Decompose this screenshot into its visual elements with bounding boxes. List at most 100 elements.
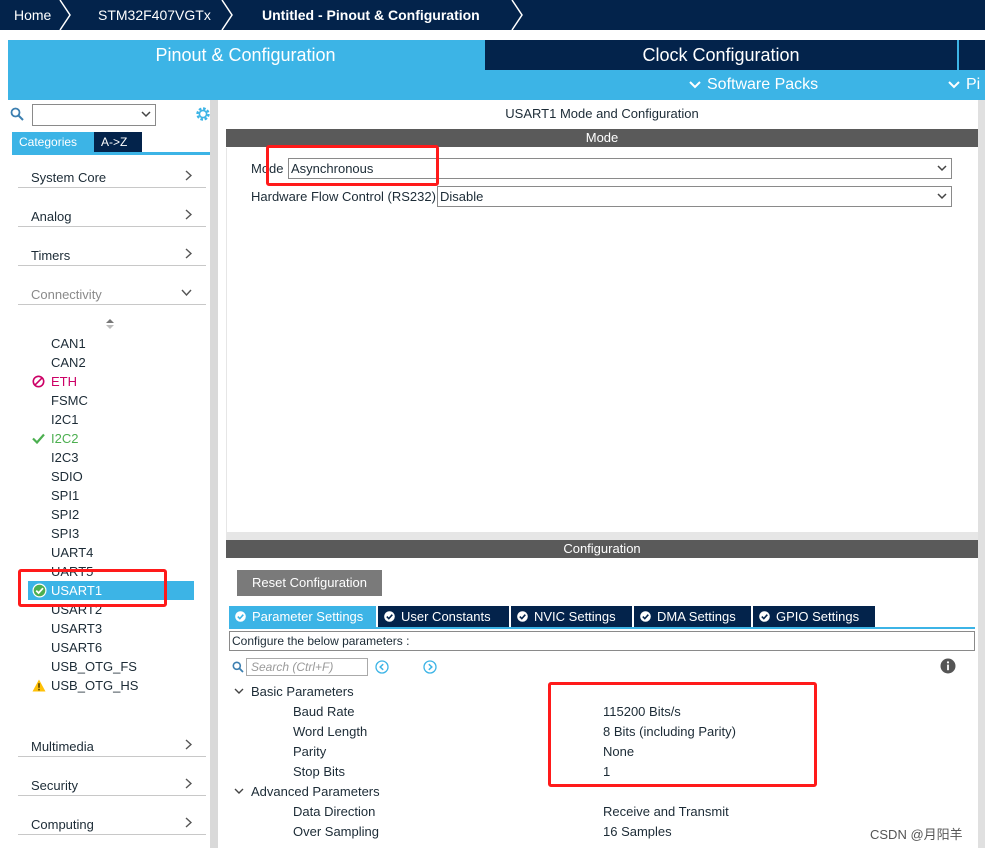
param-stop-bits[interactable]: Stop Bits xyxy=(293,764,345,779)
parameter-tabs: Parameter Settings User Constants NVIC S… xyxy=(229,606,877,627)
chevron-right-icon xyxy=(185,170,192,181)
peripheral-spi1[interactable]: SPI1 xyxy=(51,486,79,505)
peripheral-usart3[interactable]: USART3 xyxy=(51,619,102,638)
flow-control-label: Hardware Flow Control (RS232) xyxy=(251,189,436,204)
param-over-sampling-value[interactable]: 16 Samples xyxy=(603,824,672,839)
parameter-tab-underline xyxy=(229,627,975,629)
peripheral-spi3[interactable]: SPI3 xyxy=(51,524,79,543)
chevron-right-icon xyxy=(185,248,192,259)
tab-label: Parameter Settings xyxy=(252,609,364,624)
param-baud-rate[interactable]: Baud Rate xyxy=(293,704,354,719)
breadcrumb: Home STM32F407VGTx Untitled - Pinout & C… xyxy=(0,0,985,30)
peripheral-usb-otg-fs[interactable]: USB_OTG_FS xyxy=(51,657,137,676)
tab-nvic-settings[interactable]: NVIC Settings xyxy=(511,606,632,627)
breadcrumb-project[interactable]: Untitled - Pinout & Configuration xyxy=(232,0,523,30)
peripheral-spi2[interactable]: SPI2 xyxy=(51,505,79,524)
panel-splitter[interactable] xyxy=(210,100,218,848)
tab-dma-settings[interactable]: DMA Settings xyxy=(634,606,751,627)
parameter-search-input[interactable]: Search (Ctrl+F) xyxy=(246,658,368,676)
category-label: Connectivity xyxy=(31,287,102,302)
param-over-sampling[interactable]: Over Sampling xyxy=(293,824,379,839)
check-icon xyxy=(32,433,45,444)
tab-parameter-settings[interactable]: Parameter Settings xyxy=(229,606,376,627)
peripheral-can2[interactable]: CAN2 xyxy=(51,353,86,372)
category-analog[interactable]: Analog xyxy=(18,199,206,227)
param-word-length[interactable]: Word Length xyxy=(293,724,367,739)
category-connectivity[interactable]: Connectivity xyxy=(18,277,206,305)
tab-a-z[interactable]: A->Z xyxy=(94,132,142,152)
reset-configuration-button[interactable]: Reset Configuration xyxy=(237,570,382,596)
warning-icon xyxy=(32,679,46,692)
flow-control-value: Disable xyxy=(440,189,484,204)
category-search-input[interactable] xyxy=(32,104,156,126)
tab-categories[interactable]: Categories xyxy=(12,132,94,152)
category-system-core[interactable]: System Core xyxy=(18,160,206,188)
sort-arrows-icon[interactable] xyxy=(106,319,114,329)
tab-software-packs-label: Software Packs xyxy=(707,76,819,93)
check-circle-icon xyxy=(517,611,528,622)
tab-pinout-configuration[interactable]: Pinout & Configuration xyxy=(8,40,483,70)
peripheral-i2c2[interactable]: I2C2 xyxy=(51,429,78,448)
category-computing[interactable]: Computing xyxy=(18,807,206,835)
peripheral-eth[interactable]: ETH xyxy=(51,372,77,391)
categories-panel: Categories A->Z System Core Analog Timer… xyxy=(8,100,218,848)
peripheral-uart4[interactable]: UART4 xyxy=(51,543,93,562)
check-circle-icon xyxy=(759,611,770,622)
mode-area: Mode Asynchronous Hardware Flow Control … xyxy=(226,148,978,532)
tab-clock-configuration[interactable]: Clock Configuration xyxy=(485,40,957,70)
tab-pinout-more[interactable]: Pi xyxy=(948,70,980,100)
category-tabs: Categories A->Z xyxy=(12,132,142,152)
group-label: Basic Parameters xyxy=(251,684,354,699)
configure-hint: Configure the below parameters : xyxy=(229,631,975,651)
chevron-separator-icon xyxy=(511,0,523,30)
tab-label: User Constants xyxy=(401,609,491,624)
breadcrumb-home-label: Home xyxy=(14,7,52,23)
next-result-icon[interactable] xyxy=(423,660,437,674)
peripheral-fsmc[interactable]: FSMC xyxy=(51,391,88,410)
category-label: Timers xyxy=(31,248,71,263)
chevron-down-icon xyxy=(234,688,244,694)
chevron-down-icon xyxy=(689,81,701,89)
category-label: Analog xyxy=(31,209,72,224)
chevron-right-icon xyxy=(185,778,192,789)
tab-label: GPIO Settings xyxy=(776,609,860,624)
search-icon xyxy=(10,107,24,121)
previous-result-icon[interactable] xyxy=(375,660,389,674)
section-divider[interactable] xyxy=(226,532,978,540)
chevron-down-icon xyxy=(141,111,151,118)
chevron-down-icon xyxy=(234,788,244,794)
tab-user-constants[interactable]: User Constants xyxy=(378,606,509,627)
right-scrollbar[interactable] xyxy=(978,100,985,848)
peripheral-usb-otg-hs[interactable]: USB_OTG_HS xyxy=(51,676,138,695)
breadcrumb-home[interactable]: Home xyxy=(0,0,71,30)
param-data-direction-value[interactable]: Receive and Transmit xyxy=(603,804,729,819)
basic-parameters-group[interactable]: Basic Parameters xyxy=(234,684,354,699)
peripheral-i2c1[interactable]: I2C1 xyxy=(51,410,78,429)
chevron-down-icon xyxy=(937,193,947,200)
configuration-section-header: Configuration xyxy=(226,540,978,558)
peripheral-usart6[interactable]: USART6 xyxy=(51,638,102,657)
info-icon[interactable] xyxy=(940,658,956,674)
peripheral-can1[interactable]: CAN1 xyxy=(51,334,86,353)
category-timers[interactable]: Timers xyxy=(18,238,206,266)
chevron-right-icon xyxy=(185,739,192,750)
param-parity[interactable]: Parity xyxy=(293,744,326,759)
annotation-box-usart1 xyxy=(18,569,167,607)
check-circle-icon xyxy=(384,611,395,622)
tab-software-packs[interactable]: Software Packs xyxy=(689,70,818,100)
category-multimedia[interactable]: Multimedia xyxy=(18,729,206,757)
breadcrumb-chip[interactable]: STM32F407VGTx xyxy=(70,0,233,30)
tab-gpio-settings[interactable]: GPIO Settings xyxy=(753,606,875,627)
chevron-right-icon xyxy=(185,817,192,828)
peripheral-i2c3[interactable]: I2C3 xyxy=(51,448,78,467)
peripheral-sdio[interactable]: SDIO xyxy=(51,467,83,486)
category-search-row xyxy=(8,102,218,126)
tab-overflow[interactable] xyxy=(959,40,985,70)
tab-label: DMA Settings xyxy=(657,609,736,624)
param-data-direction[interactable]: Data Direction xyxy=(293,804,375,819)
advanced-parameters-group[interactable]: Advanced Parameters xyxy=(234,784,380,799)
chevron-down-icon xyxy=(937,165,947,172)
parameter-search: Search (Ctrl+F) xyxy=(232,658,368,676)
category-security[interactable]: Security xyxy=(18,768,206,796)
flow-control-select[interactable]: Disable xyxy=(437,186,952,207)
